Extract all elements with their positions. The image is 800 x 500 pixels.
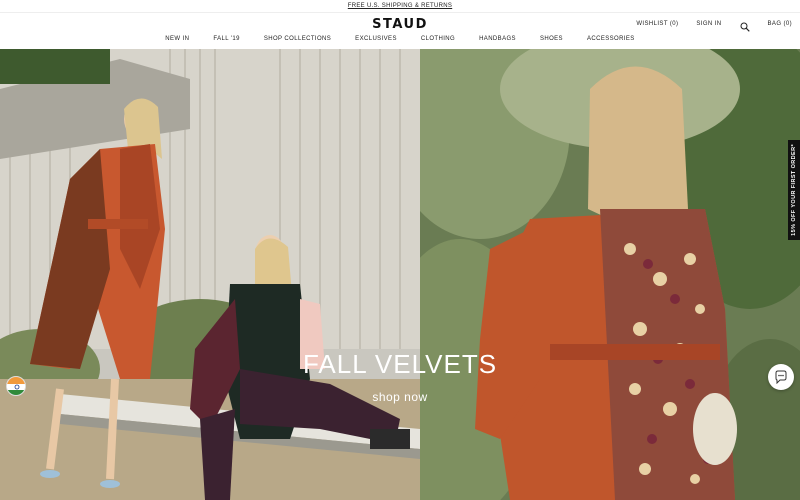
discount-tab-label: 15% OFF YOUR FIRST ORDER*	[791, 144, 797, 236]
nav-item-accessories[interactable]: ACCESSORIES	[575, 36, 647, 42]
hero-image-left	[0, 49, 420, 500]
main-nav: NEW IN FALL '19 SHOP COLLECTIONS EXCLUSI…	[0, 36, 800, 42]
promo-bar: FREE U.S. SHIPPING & RETURNS	[0, 0, 800, 12]
hero-banner[interactable]: FALL VELVETS shop now	[0, 49, 800, 500]
nav-item-shop-collections[interactable]: SHOP COLLECTIONS	[252, 36, 343, 42]
chat-icon[interactable]	[768, 364, 794, 390]
utility-nav: WISHLIST (0) SIGN IN BAG (0)	[636, 19, 792, 32]
nav-item-new-in[interactable]: NEW IN	[153, 36, 201, 42]
nav-item-shoes[interactable]: SHOES	[528, 36, 575, 42]
wishlist-link[interactable]: WISHLIST (0)	[636, 21, 678, 27]
nav-item-handbags[interactable]: HANDBAGS	[467, 36, 528, 42]
site-header: STAUD WISHLIST (0) SIGN IN BAG (0) NEW I…	[0, 12, 800, 49]
search-icon[interactable]	[740, 19, 750, 32]
promo-link[interactable]: FREE U.S. SHIPPING & RETURNS	[348, 3, 452, 9]
hero-image-right	[420, 49, 800, 500]
nav-item-exclusives[interactable]: EXCLUSIVES	[343, 36, 409, 42]
india-flag-icon[interactable]	[6, 376, 26, 396]
nav-item-clothing[interactable]: CLOTHING	[409, 36, 467, 42]
sign-in-link[interactable]: SIGN IN	[696, 21, 721, 27]
nav-item-fall-19[interactable]: FALL '19	[201, 36, 251, 42]
first-order-discount-tab[interactable]: 15% OFF YOUR FIRST ORDER*	[788, 140, 800, 240]
bag-link[interactable]: BAG (0)	[768, 21, 792, 27]
shop-now-link[interactable]: shop now	[372, 390, 427, 404]
